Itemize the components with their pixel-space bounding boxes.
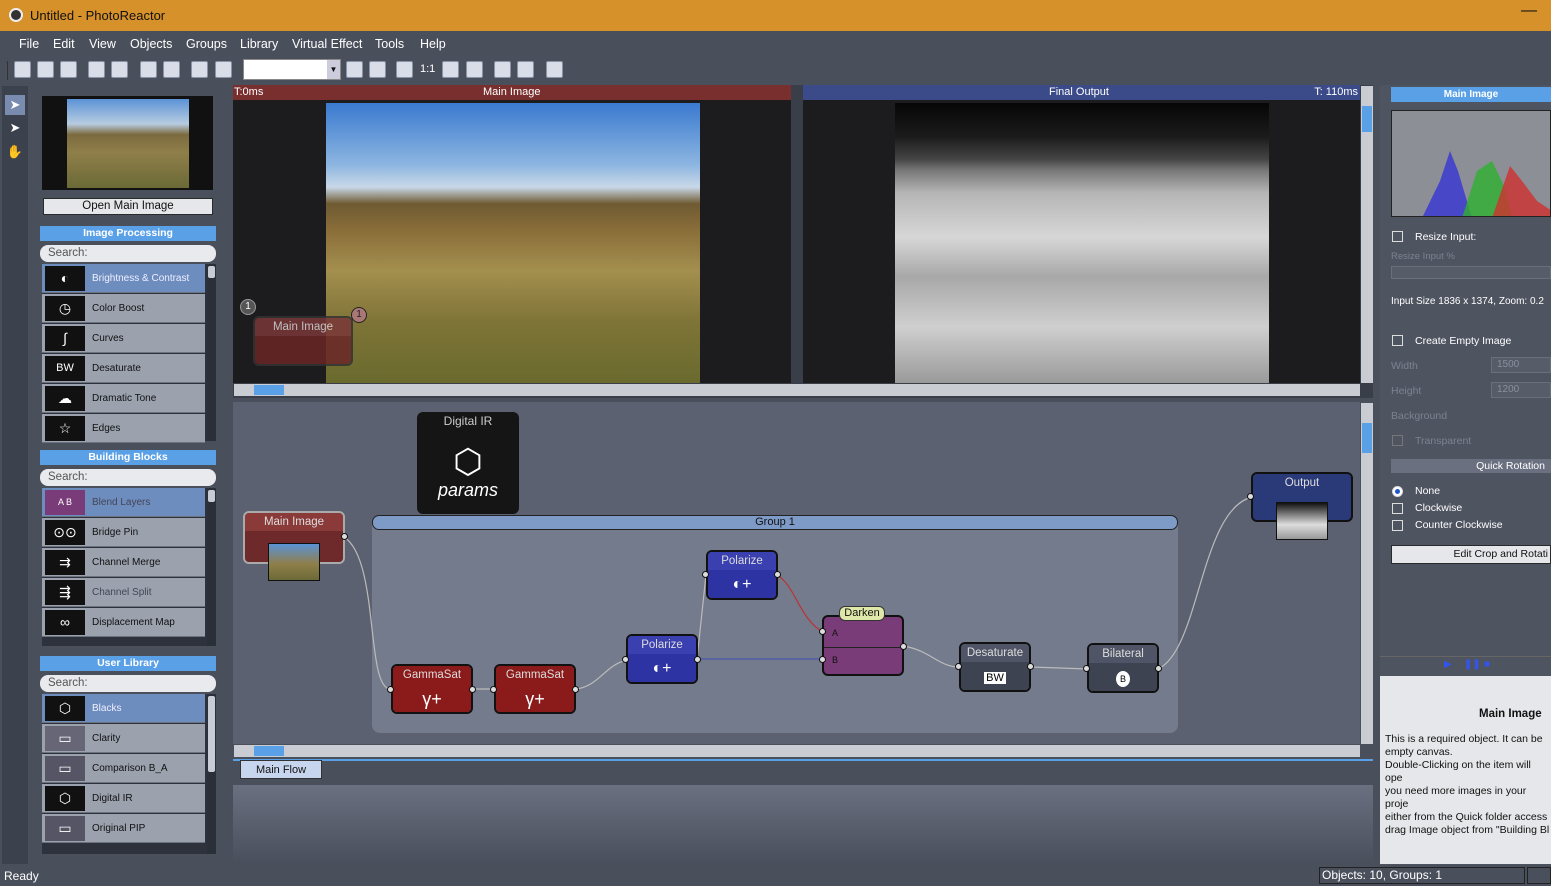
input-pin-b[interactable] — [819, 656, 826, 663]
darken-pin-b-label: B — [832, 655, 839, 665]
info-title: Main Image — [1479, 708, 1542, 720]
height-label: Height — [1391, 385, 1422, 397]
polarize-node-2[interactable]: Polarize ◐+ — [706, 550, 778, 600]
rotation-ccw-label: Counter Clockwise — [1415, 519, 1503, 531]
histogram — [1391, 110, 1551, 217]
info-text: This is a required object. It can be emp… — [1385, 733, 1550, 836]
status-cell — [1527, 867, 1551, 884]
polarize-node-1[interactable]: Polarize ◐+ — [626, 634, 698, 684]
height-field[interactable]: 1200 — [1491, 382, 1551, 398]
status-text: Ready — [4, 869, 39, 883]
output-pin[interactable] — [1027, 663, 1034, 670]
quick-rotation-header: Quick Rotation — [1391, 459, 1551, 473]
main-image-node-thumb — [268, 543, 320, 581]
transparent-checkbox[interactable] — [1392, 435, 1403, 446]
darken-node-title: Darken — [839, 606, 885, 621]
rotation-clockwise-label: Clockwise — [1415, 502, 1463, 514]
gammasat-node-1[interactable]: GammaSat γ+ — [391, 664, 473, 714]
input-pin[interactable] — [702, 571, 709, 578]
input-pin[interactable] — [1247, 493, 1254, 500]
output-pin[interactable] — [1155, 665, 1162, 672]
darken-node[interactable]: A B — [822, 615, 904, 676]
output-pin[interactable] — [469, 686, 476, 693]
rotation-none-label: None — [1415, 485, 1441, 497]
input-pin[interactable] — [490, 686, 497, 693]
play-icon[interactable]: ▶ — [1444, 659, 1452, 670]
output-pin[interactable] — [900, 643, 907, 650]
status-bar: Ready Objects: 10, Groups: 1 — [0, 866, 1551, 886]
output-node-thumb — [1276, 502, 1328, 540]
input-pin[interactable] — [1083, 665, 1090, 672]
bottom-area — [233, 785, 1373, 863]
resize-input-checkbox[interactable] — [1392, 231, 1403, 242]
output-pin[interactable] — [341, 533, 348, 540]
drop-icon: B — [1116, 671, 1130, 687]
tab-main-flow[interactable]: Main Flow — [240, 760, 322, 779]
edit-crop-button[interactable]: Edit Crop and Rotati — [1391, 545, 1551, 564]
output-pin[interactable] — [694, 656, 701, 663]
tab-bar-accent — [233, 759, 1373, 761]
create-empty-label: Create Empty Image — [1415, 335, 1512, 347]
properties-header: Main Image — [1391, 87, 1551, 102]
rotation-clockwise-radio[interactable] — [1392, 503, 1403, 514]
input-size-label: Input Size 1836 x 1374, Zoom: 0.2 — [1391, 296, 1544, 307]
gammasat-node-2[interactable]: GammaSat γ+ — [494, 664, 576, 714]
input-pin[interactable] — [387, 686, 394, 693]
rotation-ccw-radio[interactable] — [1392, 520, 1403, 531]
input-pin-a[interactable] — [819, 628, 826, 635]
gamma-icon: γ+ — [496, 684, 574, 712]
pause-icon[interactable]: ❚❚ — [1464, 659, 1481, 670]
output-pin[interactable] — [774, 571, 781, 578]
resize-input-label: Resize Input: — [1415, 231, 1477, 243]
bilateral-node[interactable]: Bilateral B — [1087, 643, 1159, 693]
resize-input-pct-label: Resize Input % — [1391, 251, 1455, 262]
create-empty-checkbox[interactable] — [1392, 335, 1403, 346]
flow-wires — [343, 496, 1253, 690]
rotation-none-radio[interactable] — [1392, 486, 1403, 497]
flow-tab-bar — [233, 760, 1373, 780]
objects-count: Objects: 10, Groups: 1 — [1319, 867, 1525, 884]
object-info-panel: Main Image This is a required object. It… — [1380, 676, 1551, 864]
resize-input-pct-field[interactable] — [1391, 266, 1551, 279]
gamma-icon: γ+ — [393, 684, 471, 712]
transparent-label: Transparent — [1415, 435, 1472, 447]
width-field[interactable]: 1500 — [1491, 357, 1551, 373]
polarize-icon: ◐+ — [708, 570, 776, 598]
output-pin[interactable] — [572, 686, 579, 693]
polarize-icon: ◐+ — [628, 654, 696, 682]
desaturate-node[interactable]: Desaturate BW — [959, 642, 1031, 692]
bw-icon: BW — [984, 672, 1006, 684]
stop-icon[interactable]: ■ — [1484, 659, 1490, 670]
input-pin[interactable] — [622, 656, 629, 663]
darken-pin-a-label: A — [832, 628, 839, 638]
width-label: Width — [1391, 360, 1418, 372]
background-label: Background — [1391, 410, 1448, 422]
input-pin[interactable] — [955, 663, 962, 670]
properties-mini-toolbar: ▶ ❚❚ ■ — [1380, 656, 1551, 672]
